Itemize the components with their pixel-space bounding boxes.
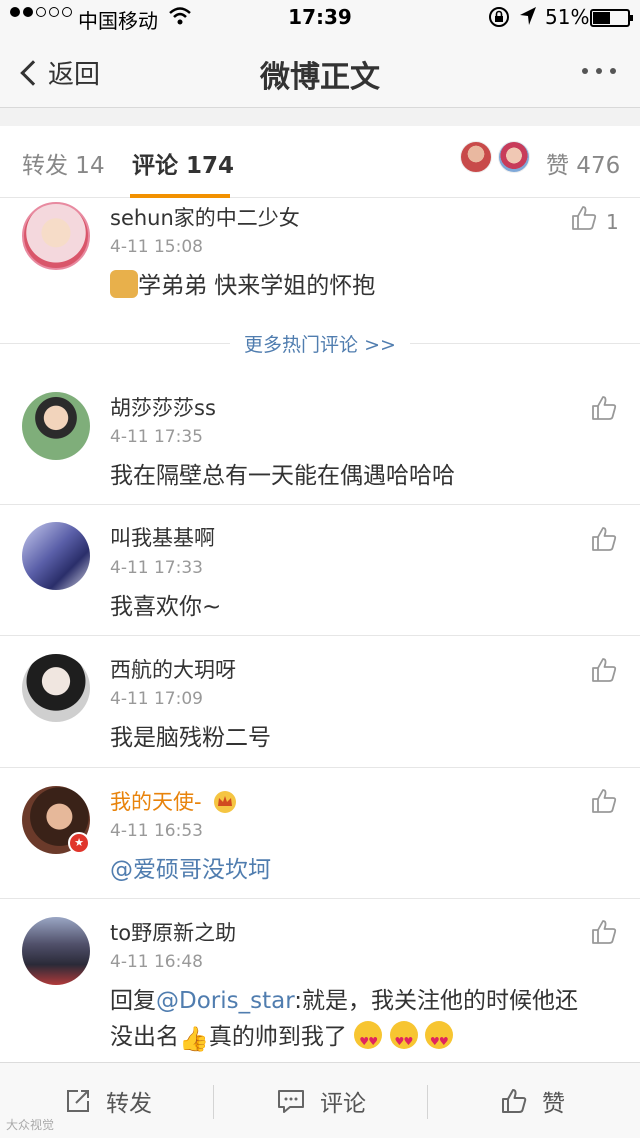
tab-bar: 转发 14 评论 174 赞 476 (0, 126, 640, 198)
comment-bubble-icon (278, 1090, 304, 1113)
location-arrow-icon (518, 5, 538, 32)
more-hot-comments-link[interactable]: 更多热门评论 >> (0, 330, 640, 357)
comment-time: 4-11 17:35 (110, 427, 203, 447)
section-gap (0, 108, 640, 126)
comment-username[interactable]: 胡莎莎莎ss (110, 392, 216, 422)
repost-button[interactable]: 转发 (64, 1063, 152, 1138)
page-title: 微博正文 (260, 60, 380, 95)
avatar[interactable] (22, 917, 90, 985)
divider (0, 635, 640, 636)
thumbs-up-emoji-icon: 👍 (179, 1025, 209, 1053)
liker-avatar[interactable] (498, 141, 530, 173)
battery-percent: 51% (545, 5, 590, 29)
divider (213, 1085, 214, 1119)
heart-eyes-emoji-icon (424, 1021, 453, 1060)
divider (0, 898, 640, 899)
comment-username[interactable]: 我的天使- (110, 786, 238, 816)
comment-username[interactable]: sehun家的中二少女 (110, 202, 300, 232)
repost-label: 转发 (106, 1091, 152, 1117)
like-thumb-icon[interactable] (590, 918, 618, 946)
clock: 17:39 (288, 5, 352, 29)
like-thumb-icon[interactable] (590, 787, 618, 815)
doge-emoji-icon (110, 270, 138, 298)
crown-icon (214, 791, 237, 813)
comment-time: 4-11 17:09 (110, 689, 203, 709)
bottom-action-bar: 转发 评论 赞 (0, 1062, 640, 1138)
tab-reposts[interactable]: 转发 14 (22, 146, 105, 180)
like-thumb-icon[interactable] (590, 525, 618, 553)
like-thumb-icon (502, 1089, 527, 1113)
avatar[interactable] (22, 392, 90, 460)
tab-likes[interactable]: 赞 476 (546, 146, 620, 180)
comment-label: 评论 (320, 1091, 366, 1117)
like-count: 1 (606, 210, 619, 234)
like-thumb-icon[interactable] (590, 656, 618, 684)
navigation-bar: 返回 微博正文 (0, 36, 640, 108)
like-thumb-icon[interactable] (570, 204, 598, 232)
verified-badge-icon: ★ (68, 832, 90, 854)
comment-text: 真的帅到我了 (208, 1024, 347, 1050)
reply-prefix: 回复 (110, 988, 156, 1014)
comment-text: 我是脑残粉二号 (110, 725, 271, 751)
comment-text: :就是，我关注他的时候他还 (294, 988, 579, 1014)
avatar[interactable] (22, 654, 90, 722)
comment-text-body: 学弟弟 快来学姐的怀抱 (138, 273, 376, 299)
heart-eyes-emoji-icon (389, 1021, 418, 1060)
more-hot-label[interactable]: 更多热门评论 >> (230, 334, 410, 356)
comment-text-line2: 没出名👍真的帅到我了 (110, 1019, 453, 1060)
repost-icon (67, 1090, 89, 1112)
comment-text: 我喜欢你~ (110, 594, 222, 620)
avatar[interactable] (22, 202, 90, 270)
comment-username[interactable]: 西航的大玥呀 (110, 654, 236, 684)
heart-eyes-emoji-icon (354, 1021, 383, 1060)
comment-username[interactable]: 叫我基基啊 (110, 522, 215, 552)
tab-comments[interactable]: 评论 174 (132, 146, 234, 180)
liker-avatar[interactable] (460, 141, 492, 173)
comment-text: 没出名 (110, 1024, 179, 1050)
comment-text[interactable]: @爱硕哥没坎坷 (110, 852, 271, 888)
comment-username-text[interactable]: 我的天使- (110, 790, 202, 814)
reply-mention[interactable]: @Doris_star (156, 988, 294, 1014)
comment-text: 学弟弟 快来学姐的怀抱 (110, 268, 375, 304)
comment-username[interactable]: to野原新之助 (110, 917, 236, 947)
avatar[interactable] (22, 522, 90, 590)
divider (427, 1085, 428, 1119)
like-button[interactable]: 赞 (500, 1063, 565, 1138)
comment-time: 4-11 16:53 (110, 821, 203, 841)
comment-time: 4-11 16:48 (110, 952, 203, 972)
comment-text: 我在隔壁总有一天能在偶遇哈哈哈 (110, 463, 455, 489)
divider (0, 767, 640, 768)
status-bar: 中国移动 17:39 51% (0, 0, 640, 36)
like-thumb-icon[interactable] (590, 394, 618, 422)
comment-time: 4-11 15:08 (110, 237, 203, 257)
rotation-lock-icon (488, 6, 510, 33)
like-label: 赞 (542, 1091, 565, 1117)
comment-button[interactable]: 评论 (276, 1063, 366, 1138)
comment-time: 4-11 17:33 (110, 558, 203, 578)
comment-text-line1: 回复@Doris_star:就是，我关注他的时候他还 (110, 983, 578, 1019)
battery-icon (590, 9, 633, 27)
watermark: 大众视觉 (6, 1118, 55, 1132)
divider (0, 504, 640, 505)
more-dots-icon[interactable] (582, 68, 616, 74)
